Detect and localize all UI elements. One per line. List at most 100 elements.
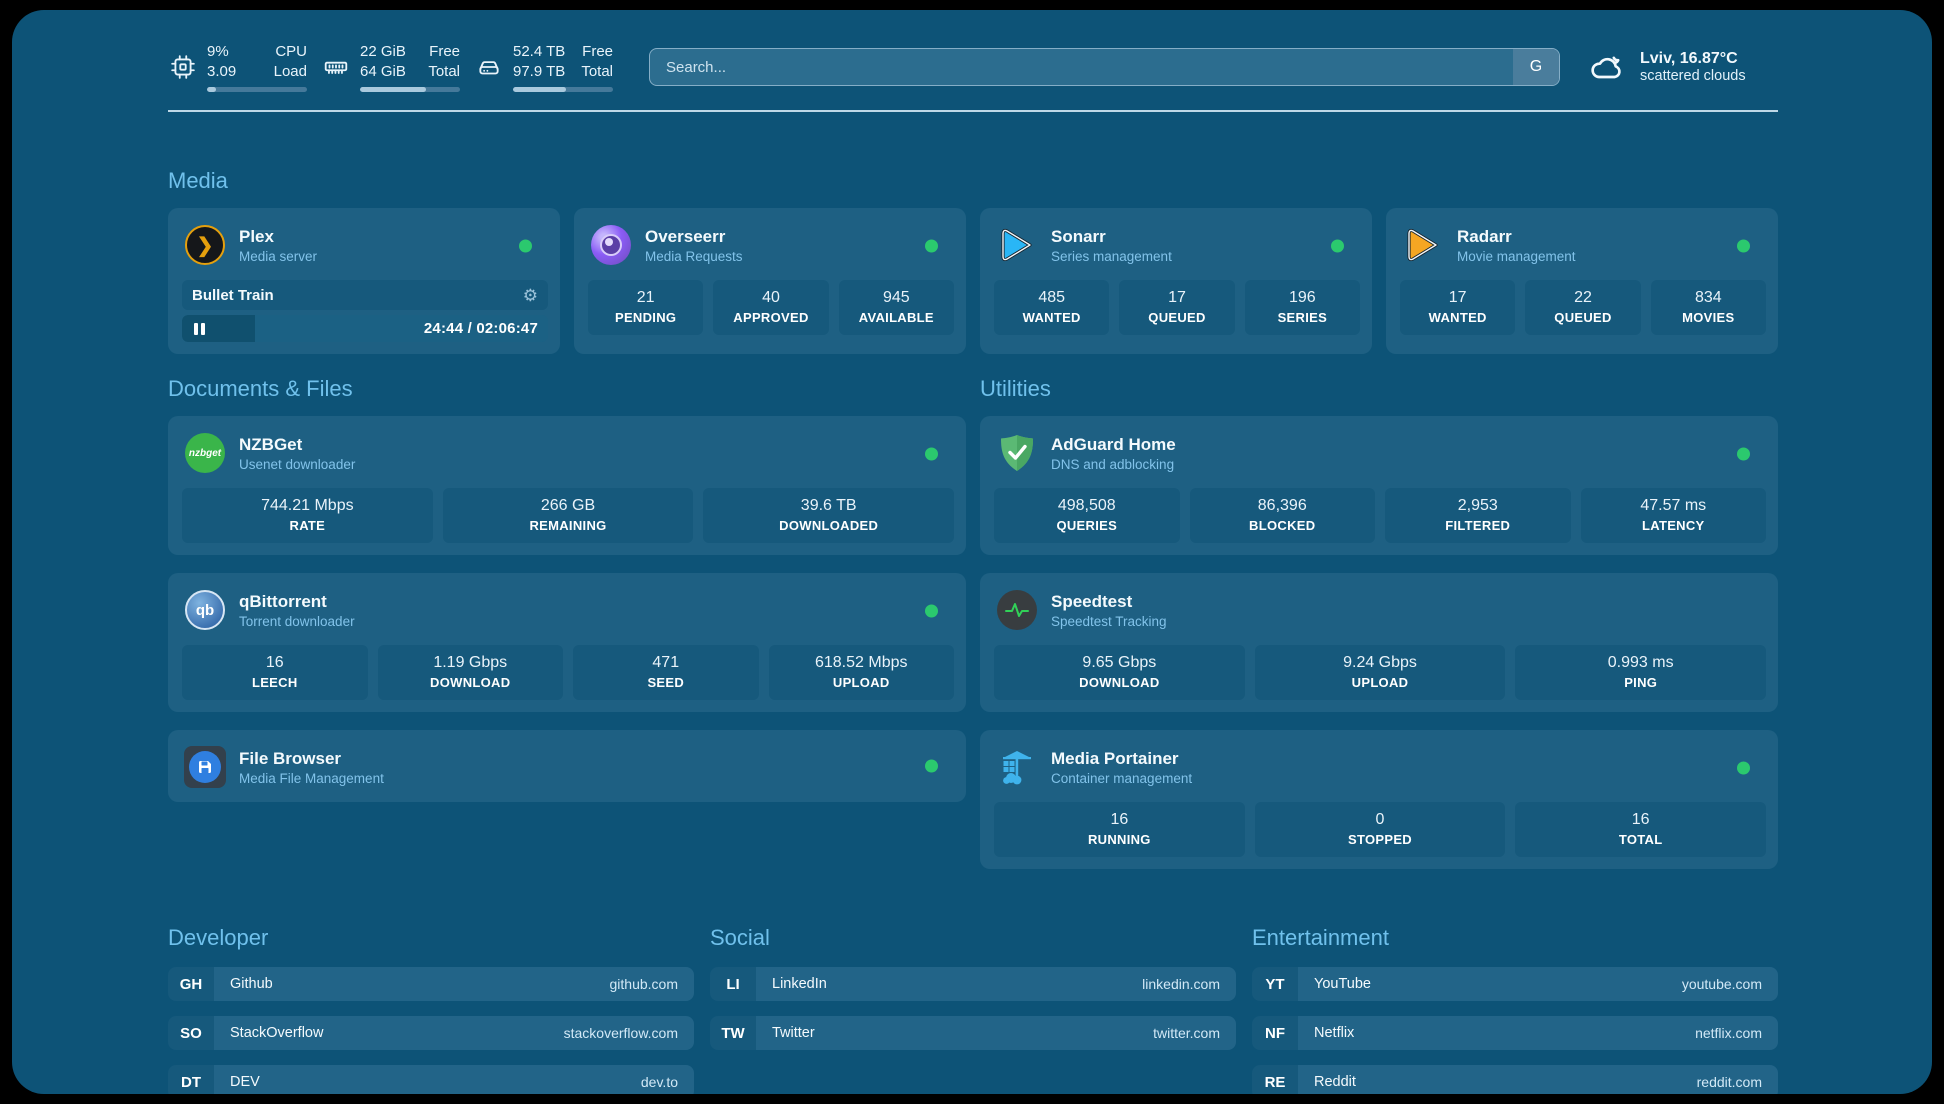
qbittorrent-icon: qb <box>184 589 226 631</box>
top-bar: 9% 3.09 CPU Load <box>168 42 1778 92</box>
app-name: Sonarr <box>1051 227 1358 247</box>
app-subtitle: Usenet downloader <box>239 457 952 472</box>
stat-tile: 21 PENDING <box>588 280 703 335</box>
app-subtitle: Media Requests <box>645 249 952 264</box>
bookmark-name: YouTube <box>1314 976 1682 992</box>
bookmark-github[interactable]: GH Github github.com <box>168 967 694 1001</box>
stat-tile: 9.24 Gbps UPLOAD <box>1255 645 1506 700</box>
bookmark-twitter[interactable]: TW Twitter twitter.com <box>710 1016 1236 1050</box>
stat-tile: 945 AVAILABLE <box>839 280 954 335</box>
app-subtitle: Media File Management <box>239 771 952 786</box>
status-indicator <box>519 240 532 253</box>
app-card-sonarr[interactable]: Sonarr Series management 485 WANTED 17 Q… <box>980 208 1372 354</box>
stat-tile: 2,953 FILTERED <box>1385 488 1571 543</box>
bookmark-abbr: LI <box>710 967 756 1001</box>
app-name: Overseerr <box>645 227 952 247</box>
section-utilities: Utilities AdGuard Home <box>980 376 1778 869</box>
pause-icon[interactable] <box>194 323 205 335</box>
app-name: Plex <box>239 227 546 247</box>
status-indicator <box>925 760 938 773</box>
stat-tile: 22 QUEUED <box>1525 280 1640 335</box>
bookmark-stackoverflow[interactable]: SO StackOverflow stackoverflow.com <box>168 1016 694 1050</box>
stat-tile: 498,508 QUERIES <box>994 488 1180 543</box>
app-name: qBittorrent <box>239 592 952 612</box>
app-card-radarr[interactable]: Radarr Movie management 17 WANTED 22 QUE… <box>1386 208 1778 354</box>
memory-free-label: Free <box>428 42 460 62</box>
stat-tile: 196 SERIES <box>1245 280 1360 335</box>
cpu-usage-bar <box>207 87 307 92</box>
bookmark-youtube[interactable]: YT YouTube youtube.com <box>1252 967 1778 1001</box>
section-media: Media ❯ Plex Media server Bullet Train ⚙ <box>168 168 1778 354</box>
app-card-qbittorrent[interactable]: qb qBittorrent Torrent downloader 16 LEE… <box>168 573 966 712</box>
cpu-usage-value: 9% <box>207 42 236 62</box>
sonarr-icon <box>996 224 1038 266</box>
stat-tile: 40 APPROVED <box>713 280 828 335</box>
status-indicator <box>1737 448 1750 461</box>
memory-usage-bar <box>360 87 460 92</box>
bookmark-linkedin[interactable]: LI LinkedIn linkedin.com <box>710 967 1236 1001</box>
app-card-overseerr[interactable]: Overseerr Media Requests 21 PENDING 40 A… <box>574 208 966 354</box>
bookmark-dev[interactable]: DT DEV dev.to <box>168 1065 694 1094</box>
bookmark-netflix[interactable]: NF Netflix netflix.com <box>1252 1016 1778 1050</box>
app-subtitle: DNS and adblocking <box>1051 457 1764 472</box>
playback-progress-bar[interactable]: 24:44 / 02:06:47 <box>182 315 548 342</box>
stat-tile: 47.57 ms LATENCY <box>1581 488 1767 543</box>
memory-total-label: Total <box>428 62 460 82</box>
app-subtitle: Container management <box>1051 771 1764 786</box>
section-title-entertainment: Entertainment <box>1252 925 1778 951</box>
cpu-load-label: Load <box>274 62 307 82</box>
portainer-icon <box>996 746 1038 788</box>
cpu-stat: 9% 3.09 CPU Load <box>168 42 307 92</box>
app-name: NZBGet <box>239 435 952 455</box>
media-settings-icon[interactable]: ⚙ <box>523 287 538 304</box>
stat-tile: 471 SEED <box>573 645 759 700</box>
section-title-developer: Developer <box>168 925 694 951</box>
app-card-adguard[interactable]: AdGuard Home DNS and adblocking 498,508 … <box>980 416 1778 555</box>
stat-tile: 39.6 TB DOWNLOADED <box>703 488 954 543</box>
status-indicator <box>925 605 938 618</box>
section-documents: Documents & Files nzbget NZBGet Usenet d… <box>168 376 966 869</box>
stat-tile: 9.65 Gbps DOWNLOAD <box>994 645 1245 700</box>
section-developer: Developer GH Github github.com SO StackO… <box>168 925 694 1094</box>
stat-tile: 16 RUNNING <box>994 802 1245 857</box>
app-card-filebrowser[interactable]: File Browser Media File Management <box>168 730 966 802</box>
now-playing-row: Bullet Train ⚙ <box>182 280 548 310</box>
section-title-social: Social <box>710 925 1236 951</box>
bookmark-abbr: GH <box>168 967 214 1001</box>
disk-usage-bar <box>513 87 613 92</box>
app-card-nzbget[interactable]: nzbget NZBGet Usenet downloader 744.21 M… <box>168 416 966 555</box>
disk-icon <box>474 54 504 80</box>
bookmark-url: stackoverflow.com <box>564 1025 678 1041</box>
search-bar: G <box>649 48 1560 86</box>
app-name: Speedtest <box>1051 592 1764 612</box>
disk-stat: 52.4 TB 97.9 TB Free Total <box>474 42 613 92</box>
status-indicator <box>925 448 938 461</box>
app-card-plex[interactable]: ❯ Plex Media server Bullet Train ⚙ 24:44… <box>168 208 560 354</box>
cpu-load-value: 3.09 <box>207 62 236 82</box>
bookmark-url: github.com <box>610 976 678 992</box>
search-input[interactable] <box>650 49 1513 85</box>
search-engine-button[interactable]: G <box>1513 49 1559 85</box>
bookmark-name: Reddit <box>1314 1074 1697 1090</box>
system-stats: 9% 3.09 CPU Load <box>168 42 613 92</box>
dashboard-panel: 9% 3.09 CPU Load <box>12 10 1932 1094</box>
memory-total-value: 64 GiB <box>360 62 406 82</box>
disk-total-label: Total <box>581 62 613 82</box>
bookmark-abbr: DT <box>168 1065 214 1094</box>
section-entertainment: Entertainment YT YouTube youtube.com NF … <box>1252 925 1778 1094</box>
weather-widget: Lviv, 16.87°C scattered clouds <box>1588 50 1778 84</box>
stat-tile: 17 QUEUED <box>1119 280 1234 335</box>
plex-icon: ❯ <box>184 224 226 266</box>
filebrowser-icon <box>184 746 226 788</box>
section-social: Social LI LinkedIn linkedin.com TW Twitt… <box>710 925 1236 1094</box>
status-indicator <box>1331 240 1344 253</box>
stat-tile: 16 TOTAL <box>1515 802 1766 857</box>
bookmark-reddit[interactable]: RE Reddit reddit.com <box>1252 1065 1778 1094</box>
app-subtitle: Movie management <box>1457 249 1764 264</box>
app-card-portainer[interactable]: Media Portainer Container management 16 … <box>980 730 1778 869</box>
bookmark-name: Twitter <box>772 1025 1153 1041</box>
cpu-icon <box>168 54 198 80</box>
cloud-moon-icon <box>1588 50 1628 84</box>
disk-free-value: 52.4 TB <box>513 42 565 62</box>
app-card-speedtest[interactable]: Speedtest Speedtest Tracking 9.65 Gbps D… <box>980 573 1778 712</box>
